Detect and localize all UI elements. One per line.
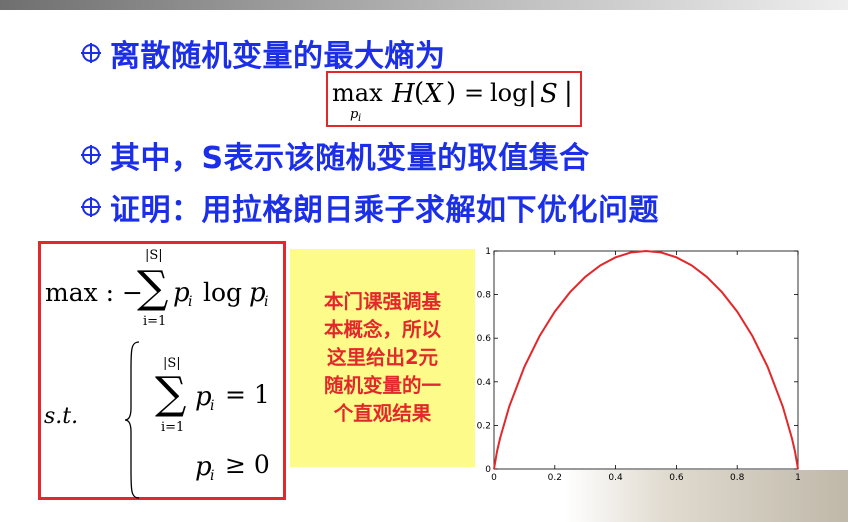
y-tick-label: 0.6 [477,334,492,344]
note-line: 这里给出2元 [326,346,439,369]
formula-S: S [540,79,558,109]
constraint-equals-one: = 1 [225,380,270,409]
plot-area [493,250,799,470]
note-callout: 本门课强调基 本概念，所以 这里给出2元 随机变量的一 个直观结果 [290,249,475,467]
formula-rparen: ) [446,78,457,108]
sum-symbol: ∑ [137,262,169,313]
note-line: 个直观结果 [333,402,432,425]
x-tick-label: 0.8 [730,473,745,483]
constraint-nonnegative: ≥ 0 [225,450,270,479]
formula-H: H [392,79,415,109]
max-entropy-formula: max p i H ( X ) = log | S | [326,71,582,127]
title-bar-gradient [0,0,848,10]
note-text: 本门课强调基 本概念，所以 这里给出2元 随机变量的一 个直观结果 [324,288,441,428]
y-tick-label: 0.4 [477,378,492,388]
x-tick-label: 0.6 [669,473,684,483]
note-line: 随机变量的一 [323,374,441,397]
formula-log: log [490,79,528,107]
optimization-problem-box: max : − |S| ∑ i=1 p i log p i s.t. |S| ∑… [38,241,286,500]
y-tick-label: 1 [485,247,491,257]
bullet-item-set-s: 其中，S表示该随机变量的取值集合 [80,133,590,177]
constraint-sum-lower: i=1 [161,420,185,435]
crosshair-bullet-icon [81,145,101,165]
bullet-item-max-entropy: 离散随机变量的最大熵为 [80,31,446,75]
constraint2-p-sub: i [210,468,215,484]
objective-max-label: max : − [45,278,143,307]
y-tick-label: 0 [485,465,491,475]
formula-equals: = [464,79,485,107]
sum-lower-limit: i=1 [143,314,167,329]
note-line: 本门课强调基 [323,290,441,313]
y-tick-label: 0.8 [477,291,492,301]
sum-upper-limit: |S| [145,248,163,263]
constraint-sum-symbol: ∑ [155,368,187,419]
formula-X: X [424,79,443,109]
objective-p2-sub: i [264,294,269,310]
x-tick-label: 0 [491,473,497,483]
objective-log: log [203,278,243,307]
note-line: 本概念，所以 [323,318,441,341]
y-tick-label: 0.2 [477,421,491,431]
crosshair-bullet-icon [81,43,101,63]
formula-bar-left: | [528,78,537,108]
binary-entropy-chart: 0 0.2 0.4 0.6 0.8 1 0 0.2 0.4 0.6 0.8 1 [470,245,810,485]
constraint-brace [124,341,140,499]
formula-max: max [332,79,383,107]
formula-sub-i: i [358,113,362,124]
formula-bar-right: | [564,78,573,108]
x-tick-label: 0.2 [548,473,562,483]
objective-p-sub: i [188,294,193,310]
bullet-text: 证明：用拉格朗日乘子求解如下优化问题 [110,193,659,228]
x-tick-label: 1 [795,473,801,483]
bullet-item-lagrange: 证明：用拉格朗日乘子求解如下优化问题 [80,185,659,229]
formula-lparen: ( [414,78,425,108]
bullet-text: 离散随机变量的最大熵为 [110,39,446,74]
constraint-p-sub: i [210,398,215,414]
x-tick-label: 0.4 [608,473,623,483]
subject-to-label: s.t. [44,404,79,429]
crosshair-bullet-icon [81,197,101,217]
bullet-text: 其中，S表示该随机变量的取值集合 [110,141,590,176]
chart-svg: 0 0.2 0.4 0.6 0.8 1 0 0.2 0.4 0.6 0.8 1 [477,247,801,483]
